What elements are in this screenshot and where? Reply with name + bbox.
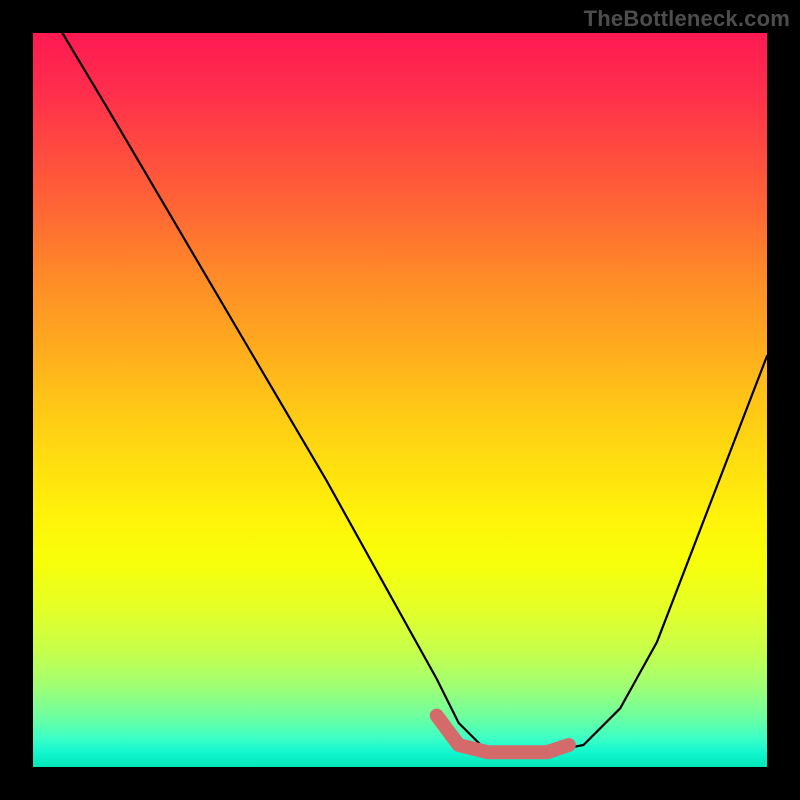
plot-area	[33, 33, 767, 767]
watermark-text: TheBottleneck.com	[584, 6, 790, 32]
bottleneck-curve-line	[62, 33, 767, 752]
curve-layer	[33, 33, 767, 767]
optimal-range-highlight	[437, 716, 569, 753]
chart-frame: TheBottleneck.com	[0, 0, 800, 800]
